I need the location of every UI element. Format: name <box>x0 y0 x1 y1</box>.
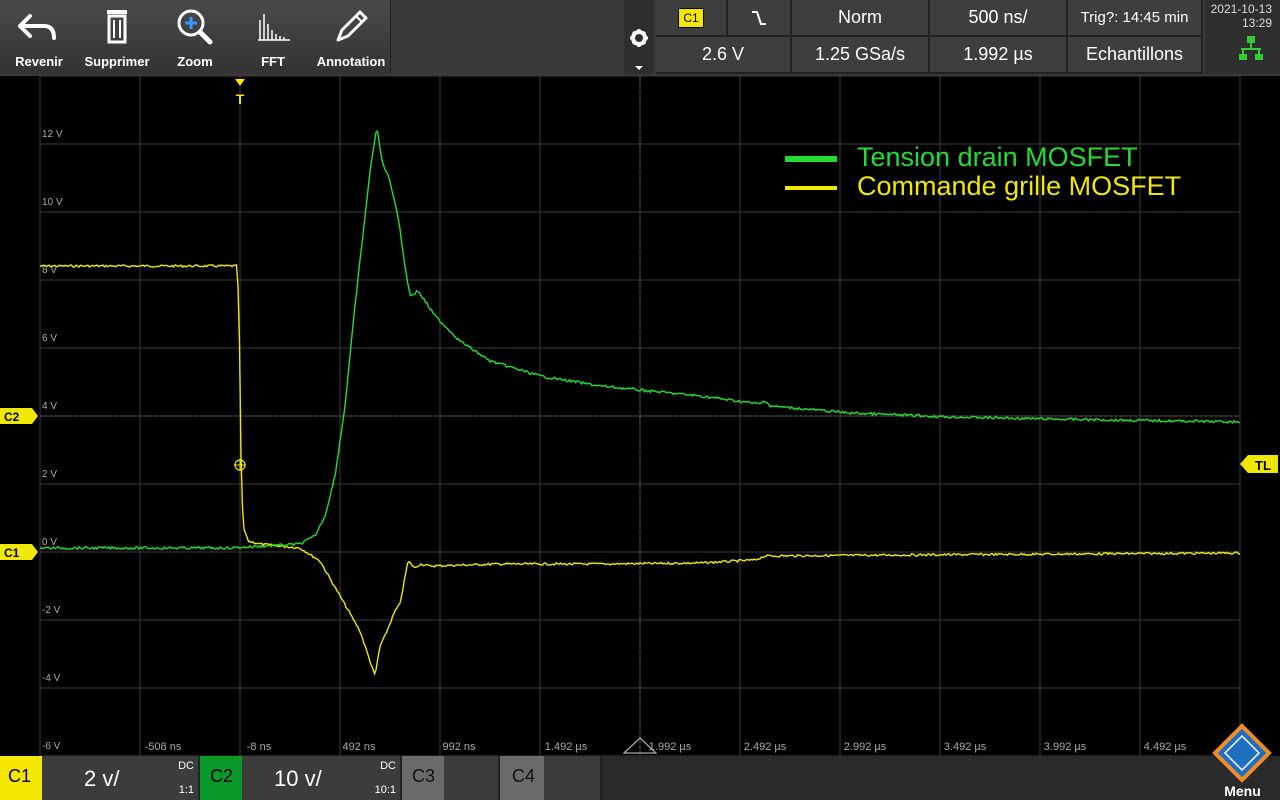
c1-probe: 1:1 <box>178 784 194 796</box>
fft-label: FFT <box>261 54 285 69</box>
y-axis-ticks: 12 V10 V8 V6 V4 V2 V0 V-2 V-4 V-6 V <box>42 129 63 752</box>
trigger-slope[interactable] <box>728 0 792 37</box>
y-tick-label: 10 V <box>42 197 63 208</box>
c2-coupling: DC <box>380 760 396 772</box>
channel-c2-button[interactable]: C2 <box>200 756 242 800</box>
pencil-icon <box>336 10 368 42</box>
channel-bar: C1 2 v/ DC 1:1 C2 10 v/ DC 10:1 C3 C4 Me… <box>0 723 1280 800</box>
network-icon <box>1239 36 1263 60</box>
c3-label: C3 <box>412 766 436 786</box>
x-tick-label: -508 ns <box>145 741 182 753</box>
trigger-status[interactable]: Trig?: 14:45 min <box>1068 0 1203 37</box>
annotation-label: Annotation <box>316 54 386 69</box>
legend-swatch-yellow <box>785 186 837 190</box>
menu-label: Menu <box>1224 783 1261 799</box>
c1-offset-marker[interactable]: C1 <box>0 544 38 560</box>
gear-icon <box>630 29 648 70</box>
x-tick-label: 492 ns <box>342 741 376 753</box>
legend-label-green: Tension drain MOSFET <box>857 142 1138 172</box>
trigger-marker-label: T <box>236 91 245 107</box>
c1-coupling: DC <box>178 760 194 772</box>
c2-label: C2 <box>210 766 234 786</box>
undo-button[interactable]: Revenir <box>0 0 79 74</box>
toolbar: Revenir Supprimer Zoom FFT Annotation C1… <box>0 0 1280 76</box>
y-tick-label: -4 V <box>42 673 61 684</box>
c2-offset-marker[interactable]: C2 <box>0 408 38 424</box>
fft-icon <box>258 14 290 41</box>
y-tick-label: -2 V <box>42 605 61 616</box>
acquisition-mode[interactable]: Echantillons <box>1068 37 1203 74</box>
zoom-label: Zoom <box>177 54 213 69</box>
x-tick-label: 2.492 µs <box>744 741 787 753</box>
c1-marker-label: C1 <box>4 546 20 560</box>
menu-button[interactable]: Menu <box>1205 723 1280 800</box>
delete-label: Supprimer <box>84 54 150 69</box>
x-tick-label: 1.992 µs <box>649 741 692 753</box>
y-tick-label: -6 V <box>42 741 61 752</box>
channel-c3-settings[interactable] <box>444 756 500 800</box>
channel-c4-button[interactable]: C4 <box>500 756 544 800</box>
x-tick-label: 3.992 µs <box>1044 741 1087 753</box>
zoom-button[interactable]: Zoom <box>156 0 235 74</box>
datetime: 2021-10-13 13:29 <box>1205 0 1280 74</box>
c2-scale: 10 v/ <box>274 766 322 791</box>
channel-c3-button[interactable]: C3 <box>402 756 444 800</box>
delete-button[interactable]: Supprimer <box>78 0 157 74</box>
trash-icon <box>107 10 127 44</box>
settings-button[interactable] <box>624 0 654 74</box>
horizontal-position[interactable]: 1.992 µs <box>930 37 1068 74</box>
trigger-level-marker[interactable]: TL <box>1240 455 1278 473</box>
y-tick-label: 6 V <box>42 333 57 344</box>
x-tick-label: 992 ns <box>442 741 476 753</box>
timebase[interactable]: 500 ns/ <box>930 0 1068 37</box>
date: 2021-10-13 <box>1210 2 1272 16</box>
x-tick-label: 2.992 µs <box>844 741 887 753</box>
zoom-icon <box>177 9 213 45</box>
channel-c1-settings[interactable]: 2 v/ DC 1:1 <box>42 756 200 800</box>
x-tick-label: 1.492 µs <box>545 741 588 753</box>
waveform-display[interactable]: 12 V 10 V8 V6 V4 V2 V0 V -2 V -4 V -6 V -508… <box>0 75 1280 757</box>
x-tick-label: 4.492 µs <box>1144 741 1187 753</box>
x-tick-label: -8 ns <box>247 741 272 753</box>
c1-scale: 2 v/ <box>84 766 120 791</box>
rohde-schwarz-logo <box>1212 723 1272 783</box>
c4-label: C4 <box>512 766 536 786</box>
trigger-position-marker[interactable]: T <box>235 79 245 107</box>
y-tick-label: 12 V <box>42 129 63 140</box>
time: 13:29 <box>1241 16 1272 30</box>
c2-probe: 10:1 <box>374 784 396 796</box>
y-tick-label: 2 V <box>42 469 57 480</box>
trigger-level[interactable]: 2.6 V <box>656 37 792 74</box>
x-tick-label: 3.492 µs <box>944 741 987 753</box>
c2-marker-label: C2 <box>4 410 20 424</box>
tl-marker-label: TL <box>1255 458 1271 473</box>
trigger-mode[interactable]: Norm <box>792 0 930 37</box>
c1-label: C1 <box>8 766 32 786</box>
x-axis-ticks: -508 ns -8 ns 492 ns 992 ns 1.492 µs 1.992 µs… <box>145 741 1187 753</box>
annotation-button[interactable]: Annotation <box>312 0 391 74</box>
chevron-down-icon <box>635 66 643 70</box>
sample-rate[interactable]: 1.25 GSa/s <box>792 37 930 74</box>
y-tick-label: 0 V <box>42 537 57 548</box>
trigger-source[interactable]: C1 <box>656 0 728 37</box>
legend-label-yellow: Commande grille MOSFET <box>857 171 1182 201</box>
legend-swatch-green <box>785 156 837 162</box>
channel-c4-settings[interactable] <box>544 756 602 800</box>
undo-icon <box>18 14 56 40</box>
fft-button[interactable]: FFT <box>234 0 313 74</box>
falling-edge-icon <box>752 10 766 25</box>
undo-label: Revenir <box>15 54 63 69</box>
trigger-point-marker <box>234 459 246 471</box>
y-tick-label: 4 V <box>42 401 57 412</box>
channel-c2-settings[interactable]: 10 v/ DC 10:1 <box>242 756 402 800</box>
channel-c1-button[interactable]: C1 <box>0 756 42 800</box>
